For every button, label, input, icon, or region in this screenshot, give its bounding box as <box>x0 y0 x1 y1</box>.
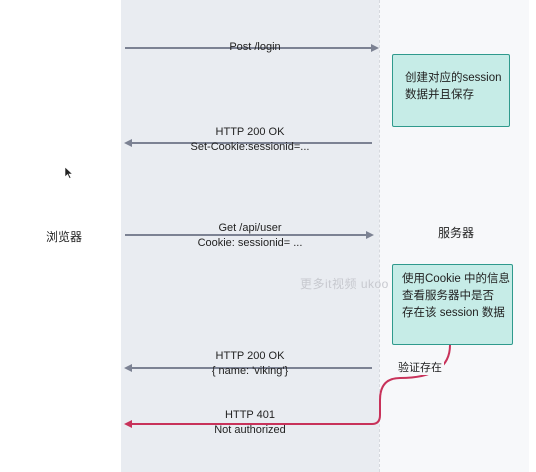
message-401: HTTP 401 Not authorized <box>180 408 320 438</box>
message-label: HTTP 401 <box>225 409 275 421</box>
message-set-cookie: HTTP 200 OK Set-Cookie:sessionid=... <box>180 125 320 155</box>
message-label: Post /login <box>229 41 281 53</box>
note-line: 存在该 session 数据 <box>402 307 505 319</box>
watermark: 更多it视频 ukoo <box>300 277 389 291</box>
message-post-login: Post /login <box>190 40 320 55</box>
message-ok-name: HTTP 200 OK { name: 'viking'} <box>180 349 320 379</box>
note-create-session: 创建对应的session 数据并且保存 <box>392 54 510 127</box>
sequence-diagram: 浏览器 服务器 Post /login HTTP 200 OK Set-Cook… <box>0 0 536 472</box>
actor-server: 服务器 <box>438 226 475 240</box>
note-line: 数据并且保存 <box>405 89 474 101</box>
message-detail: { name: 'viking'} <box>211 365 289 377</box>
message-detail: Set-Cookie:sessionid=... <box>190 141 310 153</box>
message-label: HTTP 200 OK <box>215 126 285 138</box>
note-line: 创建对应的session <box>405 72 502 84</box>
message-detail: Cookie: sessionid= ... <box>197 237 303 249</box>
message-label: HTTP 200 OK <box>215 350 285 362</box>
note-line: 查看服务器中是否 <box>402 290 494 302</box>
verify-label: 验证存在 <box>396 359 444 375</box>
verify-red-path <box>371 344 451 425</box>
message-detail: Not authorized <box>214 424 286 436</box>
message-get-user: Get /api/user Cookie: sessionid= ... <box>180 221 320 251</box>
note-line: 使用Cookie 中的信息 <box>402 273 510 285</box>
message-label: Get /api/user <box>218 222 282 234</box>
actor-browser: 浏览器 <box>46 230 83 244</box>
note-use-cookie: 使用Cookie 中的信息 查看服务器中是否 存在该 session 数据 <box>392 264 513 345</box>
mouse-pointer-icon <box>64 166 74 179</box>
